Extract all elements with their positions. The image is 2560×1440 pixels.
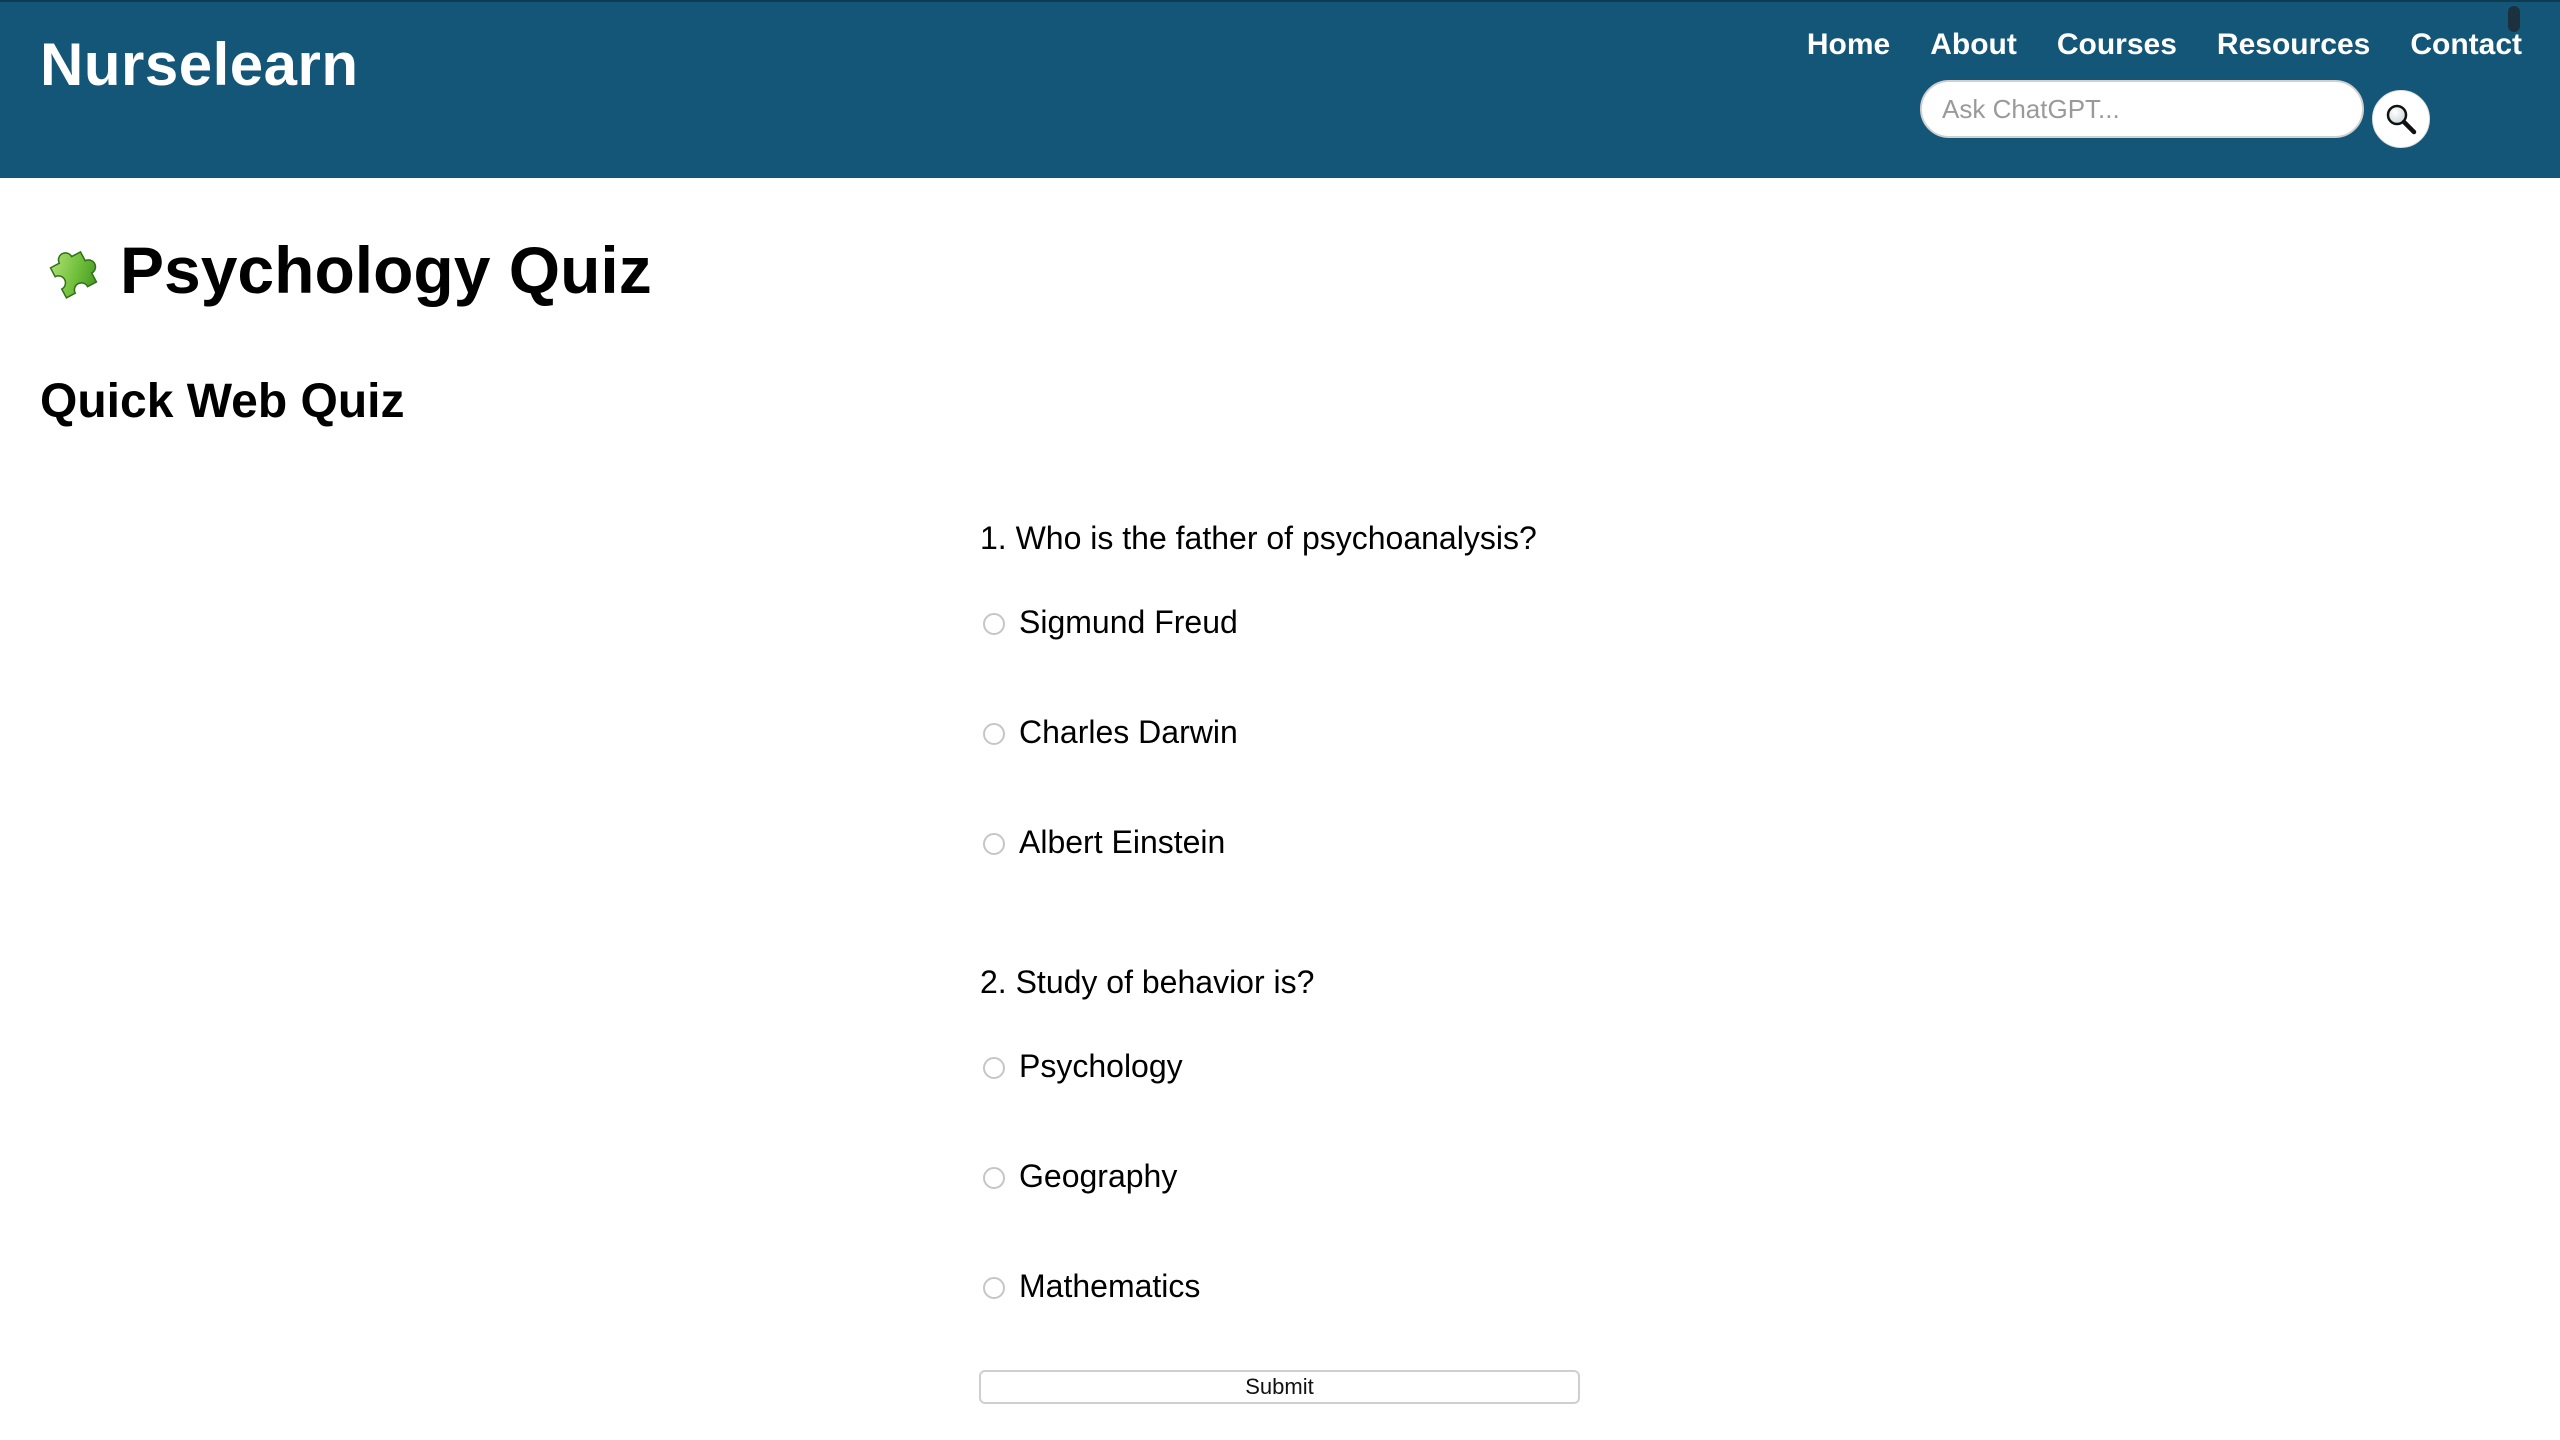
scrollbar-thumb[interactable] bbox=[2508, 6, 2520, 32]
site-header: Nurselearn Home About Courses Resources … bbox=[0, 0, 2560, 178]
option-psychology[interactable]: Psychology bbox=[980, 1046, 1183, 1086]
option-charles-darwin[interactable]: Charles Darwin bbox=[980, 712, 1238, 752]
search-input[interactable] bbox=[1920, 80, 2364, 138]
search-icon bbox=[2383, 101, 2419, 137]
search-button[interactable] bbox=[2372, 90, 2430, 148]
radio-button[interactable] bbox=[983, 1277, 1005, 1299]
option-label: Albert Einstein bbox=[1019, 824, 1226, 860]
radio-button[interactable] bbox=[983, 613, 1005, 635]
option-label: Geography bbox=[1019, 1158, 1178, 1194]
main-nav: Home About Courses Resources Contact bbox=[1807, 28, 2522, 62]
page-title: Psychology Quiz bbox=[38, 230, 652, 310]
quiz-subtitle: Quick Web Quiz bbox=[40, 375, 405, 428]
page-heading: Psychology Quiz bbox=[120, 233, 652, 307]
radio-button[interactable] bbox=[983, 1167, 1005, 1189]
question-1: 1. Who is the father of psychoanalysis? bbox=[980, 520, 1537, 556]
site-logo[interactable]: Nurselearn bbox=[40, 30, 358, 99]
radio-button[interactable] bbox=[983, 1057, 1005, 1079]
option-albert-einstein[interactable]: Albert Einstein bbox=[980, 822, 1225, 862]
option-label: Charles Darwin bbox=[1019, 714, 1238, 750]
question-2: 2. Study of behavior is? bbox=[980, 964, 1315, 1000]
puzzle-piece-icon bbox=[38, 236, 106, 304]
option-geography[interactable]: Geography bbox=[980, 1156, 1177, 1196]
nav-contact[interactable]: Contact bbox=[2410, 28, 2522, 62]
nav-courses[interactable]: Courses bbox=[2057, 28, 2177, 62]
option-sigmund-freud[interactable]: Sigmund Freud bbox=[980, 602, 1238, 642]
nav-resources[interactable]: Resources bbox=[2217, 28, 2370, 62]
nav-about[interactable]: About bbox=[1930, 28, 2017, 62]
option-mathematics[interactable]: Mathematics bbox=[980, 1266, 1200, 1306]
option-label: Mathematics bbox=[1019, 1268, 1201, 1304]
radio-button[interactable] bbox=[983, 833, 1005, 855]
nav-home[interactable]: Home bbox=[1807, 28, 1890, 62]
radio-button[interactable] bbox=[983, 723, 1005, 745]
option-label: Sigmund Freud bbox=[1019, 604, 1238, 640]
option-label: Psychology bbox=[1019, 1048, 1183, 1084]
submit-button[interactable]: Submit bbox=[979, 1370, 1580, 1404]
